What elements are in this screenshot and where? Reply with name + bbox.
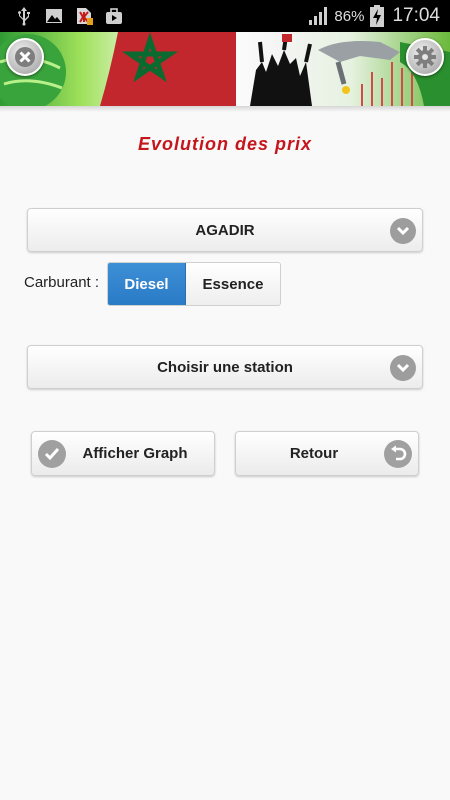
usb-icon bbox=[18, 7, 30, 26]
close-icon bbox=[15, 47, 35, 67]
page-title: Evolution des prix bbox=[137, 134, 313, 154]
back-label: Retour bbox=[289, 445, 339, 462]
image-icon bbox=[46, 9, 62, 23]
close-button[interactable] bbox=[6, 38, 44, 76]
clock: 17:04 bbox=[392, 5, 440, 26]
settings-button[interactable] bbox=[406, 38, 444, 76]
header-banner bbox=[0, 32, 450, 106]
battery-charging-icon bbox=[370, 5, 385, 27]
city-select-value: AGADIR bbox=[195, 221, 255, 239]
banner-artwork bbox=[0, 32, 450, 106]
gear-icon bbox=[414, 46, 436, 68]
chevron-down-icon bbox=[390, 355, 416, 381]
signal-icon bbox=[309, 7, 328, 25]
status-bar: 86% 17:04 bbox=[0, 0, 450, 32]
banner-divider bbox=[0, 106, 450, 112]
station-select-value: Choisir une station bbox=[157, 358, 293, 376]
antivirus-icon bbox=[77, 8, 93, 25]
undo-icon bbox=[384, 440, 412, 468]
battery-percent: 86% bbox=[334, 7, 365, 25]
city-select[interactable]: AGADIR bbox=[27, 208, 423, 252]
fuel-label: Carburant : bbox=[24, 274, 100, 291]
station-select[interactable]: Choisir une station bbox=[27, 345, 423, 389]
chevron-down-icon bbox=[390, 218, 416, 244]
show-graph-label: Afficher Graph bbox=[82, 445, 188, 462]
briefcase-icon bbox=[106, 8, 122, 24]
checkmark-icon bbox=[38, 440, 66, 468]
back-button[interactable]: Retour bbox=[235, 431, 419, 476]
fuel-option-diesel[interactable]: Diesel bbox=[108, 263, 186, 305]
fuel-option-essence[interactable]: Essence bbox=[186, 263, 280, 305]
fuel-segmented-control: Diesel Essence bbox=[107, 262, 281, 306]
show-graph-button[interactable]: Afficher Graph bbox=[31, 431, 215, 476]
